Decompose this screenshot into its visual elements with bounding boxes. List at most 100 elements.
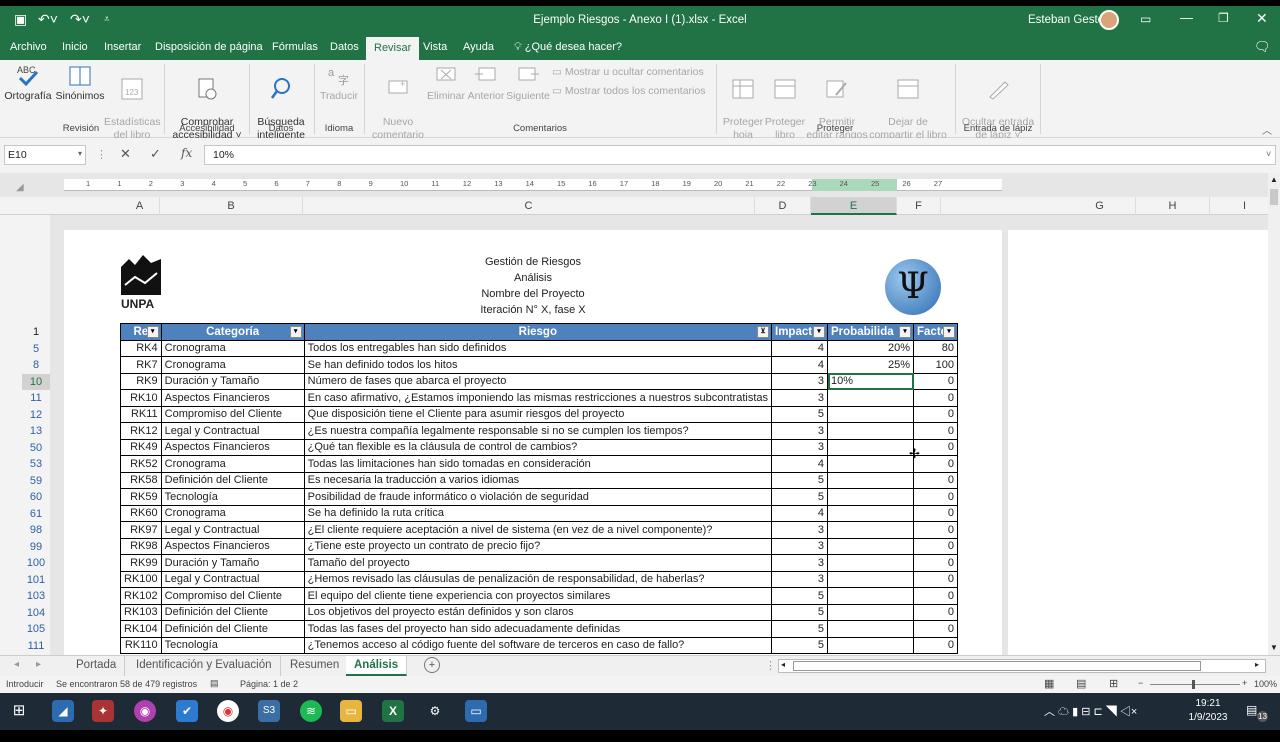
vertical-scrollbar[interactable]: ▲ ▼ — [1268, 173, 1280, 655]
cell-riesgo[interactable]: Todas las fases del proyecto han sido ad… — [303, 620, 773, 638]
file-explorer-icon[interactable]: ▭ — [340, 700, 362, 722]
sheet-tab-resumen[interactable]: Resumen — [282, 656, 349, 676]
cell-probabilidad[interactable] — [827, 554, 914, 572]
cell-categoria[interactable]: Definición del Cliente — [160, 471, 305, 489]
spotify-icon[interactable]: ≋ — [300, 700, 322, 722]
ortografia-button[interactable]: ABC Ortografía — [4, 64, 52, 103]
sheet-tab-analisis[interactable]: Análisis — [346, 656, 408, 676]
clock-time[interactable]: 19:21 — [1188, 698, 1228, 709]
cell-riesgo[interactable]: Es necesaria la traducción a varios idio… — [303, 471, 773, 489]
mostrar-todos-comentarios-button[interactable]: ▭ Mostrar todos los comentarios — [552, 85, 705, 98]
cell-id[interactable]: RK103 — [120, 603, 162, 621]
select-all-icon[interactable]: ◢ — [16, 182, 24, 193]
cell-categoria[interactable]: Compromiso del Cliente — [160, 405, 305, 423]
row-header[interactable]: 11 — [22, 390, 50, 407]
app-icon-1[interactable]: ◢ — [52, 700, 74, 722]
tab-disposicion[interactable]: Disposición de página — [151, 35, 267, 60]
cell-categoria[interactable]: Compromiso del Cliente — [160, 587, 305, 605]
header-categoria[interactable]: Categoría ▾ — [160, 323, 305, 341]
cell-factor[interactable]: 0 — [913, 488, 958, 506]
cell-impacto[interactable]: 3 — [771, 521, 828, 539]
cell-factor[interactable]: 0 — [913, 636, 958, 654]
column-header-e[interactable]: E — [811, 197, 897, 215]
cell-categoria[interactable]: Cronograma — [160, 356, 305, 374]
cell-riesgo[interactable]: ¿Tiene este proyecto un contrato de prec… — [303, 537, 773, 555]
cell-id[interactable]: RK59 — [120, 488, 162, 506]
cell-factor[interactable]: 100 — [913, 356, 958, 374]
cell-probabilidad[interactable] — [827, 620, 914, 638]
anterior-comentario-button[interactable]: Anterior — [466, 64, 506, 103]
cell-impacto[interactable]: 5 — [771, 587, 828, 605]
scroll-right-icon[interactable]: ▸ — [1255, 660, 1259, 669]
cell-id[interactable]: RK7 — [120, 356, 162, 374]
cell-id[interactable]: RK4 — [120, 339, 162, 357]
cell-riesgo[interactable]: El equipo del cliente tiene experiencia … — [303, 587, 773, 605]
row-header[interactable]: 61 — [22, 506, 50, 523]
row-header[interactable]: 13 — [22, 423, 50, 440]
cell-categoria[interactable]: Duración y Tamaño — [160, 372, 305, 390]
cell-riesgo[interactable]: ¿El cliente requiere aceptación a nivel … — [303, 521, 773, 539]
cell-impacto[interactable]: 5 — [771, 488, 828, 506]
cell-categoria[interactable]: Definición del Cliente — [160, 620, 305, 638]
close-icon[interactable]: ✕ — [1256, 10, 1268, 27]
cell-riesgo[interactable]: Número de fases que abarca el proyecto — [303, 372, 773, 390]
collapse-ribbon-icon[interactable]: ︿ — [1262, 122, 1272, 137]
scroll-up-icon[interactable]: ▲ — [1270, 175, 1278, 184]
row-header[interactable]: 103 — [22, 588, 50, 605]
cell-factor[interactable]: 0 — [913, 554, 958, 572]
cell-id[interactable]: RK49 — [120, 438, 162, 456]
cell-categoria[interactable]: Legal y Contractual — [160, 422, 305, 440]
cell-factor[interactable]: 0 — [913, 537, 958, 555]
tab-scroll-left-icon[interactable]: ◂ — [14, 659, 19, 670]
cell-id[interactable]: RK104 — [120, 620, 162, 638]
tab-insertar[interactable]: Insertar — [100, 35, 145, 60]
undo-icon[interactable]: ↶˅ — [38, 11, 58, 28]
row-header[interactable]: 105 — [22, 621, 50, 638]
column-header-g[interactable]: G — [1064, 197, 1136, 215]
cell-probabilidad[interactable] — [827, 537, 914, 555]
cell-factor[interactable]: 0 — [913, 471, 958, 489]
cell-impacto[interactable]: 3 — [771, 438, 828, 456]
cell-riesgo[interactable]: Se han definido todos los hitos — [303, 356, 773, 374]
cell-categoria[interactable]: Legal y Contractual — [160, 570, 305, 588]
cell-probabilidad[interactable] — [827, 389, 914, 407]
cell-riesgo[interactable]: Se ha definido la ruta crítica — [303, 504, 773, 522]
mostrar-ocultar-comentarios-button[interactable]: ▭ Mostrar u ocultar comentarios — [552, 66, 704, 79]
notification-icon[interactable]: ▤ — [1246, 703, 1257, 717]
vertical-scroll-thumb[interactable] — [1270, 189, 1278, 205]
cell-riesgo[interactable]: Los objetivos del proyecto están definid… — [303, 603, 773, 621]
cell-impacto[interactable]: 3 — [771, 537, 828, 555]
cell-riesgo[interactable]: ¿Es nuestra compañía legalmente responsa… — [303, 422, 773, 440]
cell-id[interactable]: RK9 — [120, 372, 162, 390]
cell-riesgo[interactable]: Todas las limitaciones han sido tomadas … — [303, 455, 773, 473]
cell-id[interactable]: RK58 — [120, 471, 162, 489]
cell-categoria[interactable]: Cronograma — [160, 339, 305, 357]
formula-input[interactable]: 10% — [204, 145, 1276, 165]
cell-id[interactable]: RK99 — [120, 554, 162, 572]
avatar[interactable] — [1099, 10, 1119, 30]
header-impacto[interactable]: Impact ▾ — [771, 323, 828, 341]
scroll-left-icon[interactable]: ◂ — [781, 660, 785, 669]
cell-categoria[interactable]: Tecnología — [160, 636, 305, 654]
row-header[interactable]: 50 — [22, 440, 50, 457]
cell-factor[interactable]: 0 — [913, 422, 958, 440]
row-header[interactable]: 5 — [22, 341, 50, 358]
cell-probabilidad[interactable] — [827, 438, 914, 456]
checkmark-app-icon[interactable]: ✔ — [176, 700, 198, 722]
cell-factor[interactable]: 0 — [913, 570, 958, 588]
s3-app-icon[interactable]: S3 — [258, 700, 280, 722]
cell-probabilidad[interactable] — [827, 422, 914, 440]
cell-factor[interactable]: 0 — [913, 603, 958, 621]
cell-id[interactable]: RK110 — [120, 636, 162, 654]
clock-date[interactable]: 1/9/2023 — [1184, 712, 1232, 723]
tab-revisar[interactable]: Revisar — [366, 37, 420, 60]
dejar-compartir-button[interactable]: Dejar de compartir el libro — [868, 64, 948, 142]
cell-probabilidad[interactable]: 10% — [827, 372, 914, 390]
cell-probabilidad[interactable] — [827, 636, 914, 654]
settings-gear-icon[interactable]: ⚙ — [424, 700, 446, 722]
cell-factor[interactable]: 0 — [913, 504, 958, 522]
row-header[interactable]: 10 — [22, 373, 50, 390]
page-layout-view-icon[interactable]: ▤ — [1076, 677, 1086, 690]
cell-factor[interactable]: 0 — [913, 389, 958, 407]
page-break-view-icon[interactable]: ⊞ — [1109, 677, 1118, 690]
